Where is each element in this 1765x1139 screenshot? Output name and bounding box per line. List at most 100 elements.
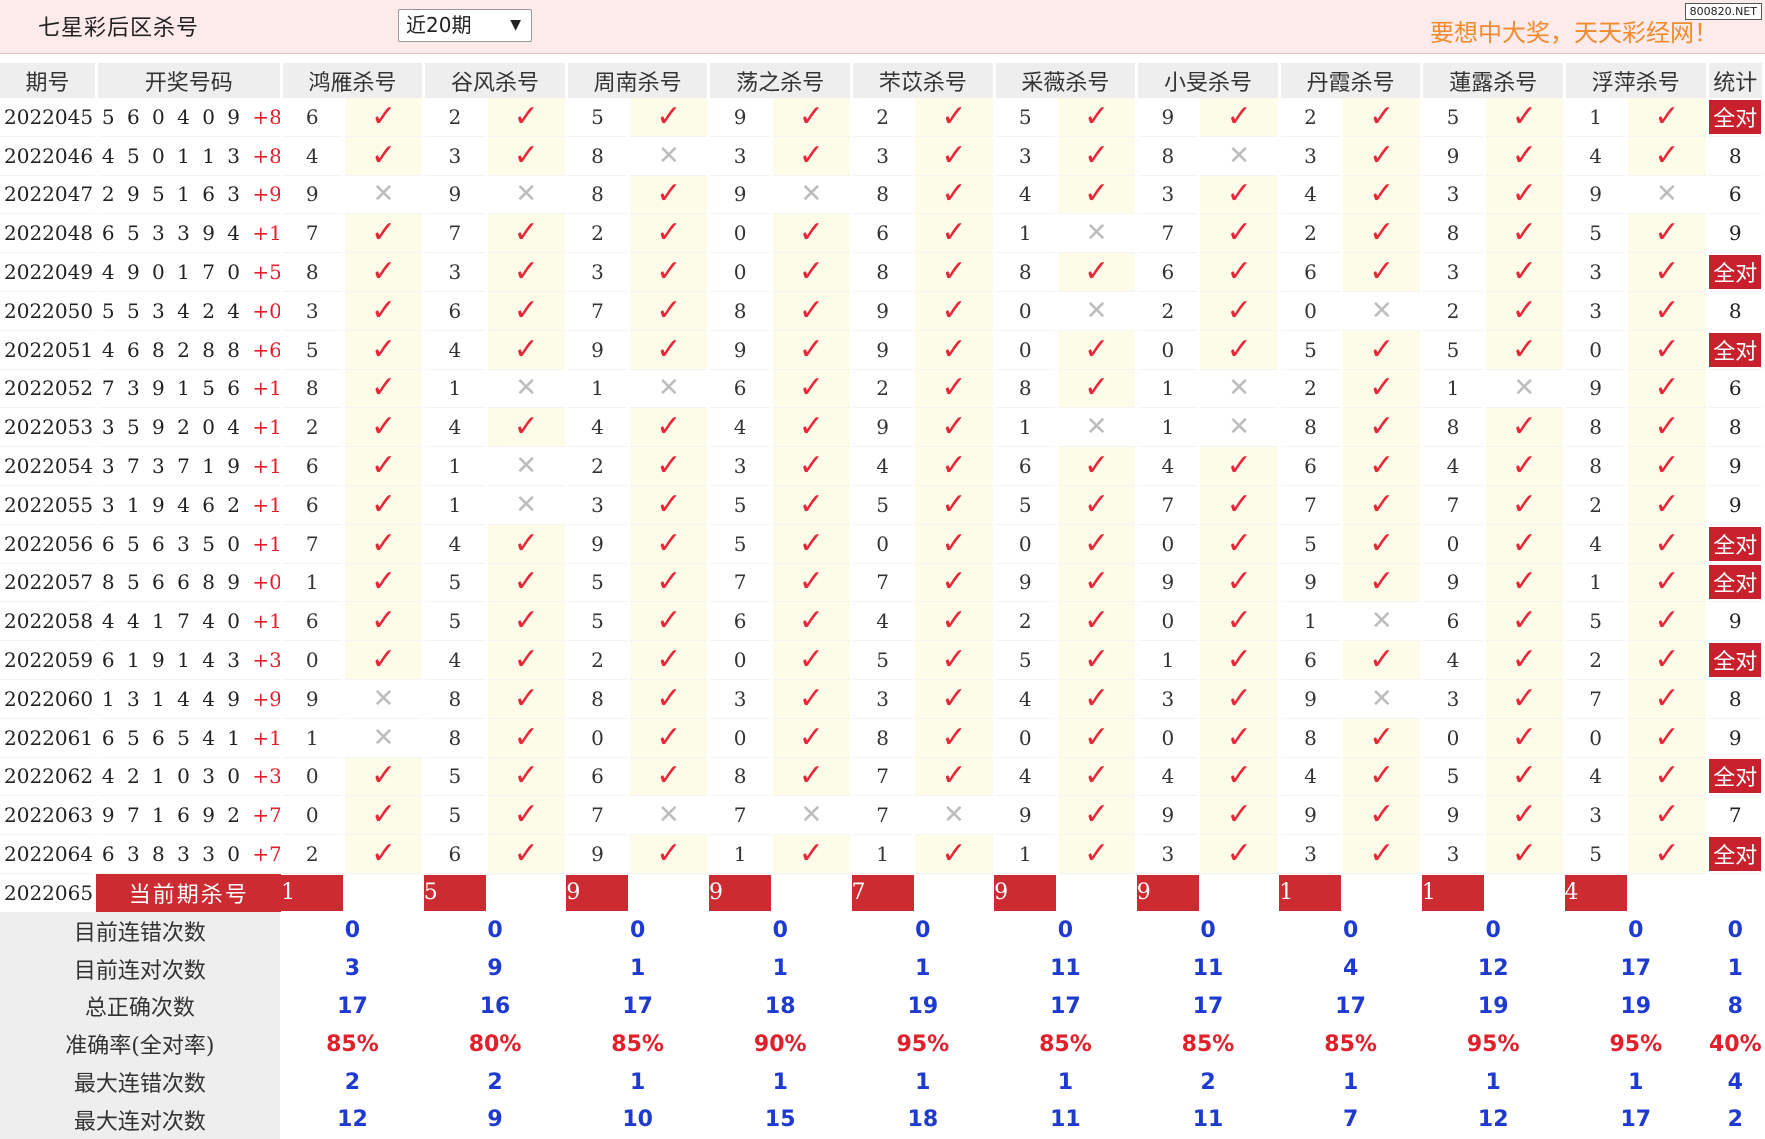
result-cell: ✓	[1484, 98, 1567, 137]
summary-value: 7	[1279, 1100, 1424, 1139]
summary-value: 1	[851, 1063, 996, 1101]
check-icon: ✓	[798, 758, 824, 794]
check-icon: ✓	[1654, 525, 1680, 561]
check-icon: ✓	[1369, 254, 1395, 290]
kill-number: 2	[994, 601, 1058, 642]
table-row: 2022064 6 3 8 3 3 0 +7 2 ✓ 6 ✓ 9 ✓ 1 ✓ 1 ✓ 1 ✓ 3 ✓ 3 ✓ 3 ✓ 5…	[0, 834, 1765, 874]
result-cell: ✓	[1626, 330, 1709, 370]
check-icon: ✓	[371, 292, 397, 328]
check-icon: ✓	[1654, 758, 1680, 794]
kill-number: 7	[708, 563, 773, 603]
result-cell: ✓	[913, 757, 996, 797]
period-cell: 2022050	[0, 291, 98, 331]
kill-number: 4	[1279, 175, 1344, 215]
draw-cell: 1 3 1 4 4 9 +9	[96, 679, 283, 719]
cross-icon: ✕	[515, 373, 538, 404]
result-cell: ✓	[1341, 407, 1424, 448]
all-correct-badge: 全对	[1709, 643, 1761, 678]
summary-value: 1	[566, 1063, 711, 1101]
stat-value: 6	[1728, 182, 1742, 207]
table-row: 2022051 4 6 8 2 8 8 +6 5 ✓ 4 ✓ 9 ✓ 9 ✓ 9 ✓ 0 ✓ 0 ✓ 5 ✓ 5 ✓ 0…	[0, 330, 1765, 370]
kill-number: 3	[1421, 834, 1486, 874]
check-icon: ✓	[371, 836, 397, 872]
result-cell: ✓	[486, 563, 568, 603]
summary-stat: 2	[1707, 1100, 1765, 1139]
check-icon: ✓	[513, 603, 539, 639]
check-icon: ✓	[941, 680, 967, 716]
summary-value: 0	[994, 911, 1139, 950]
summary-value: 17	[994, 987, 1139, 1026]
summary-value: 15	[708, 1100, 854, 1139]
result-cell: ✓	[771, 446, 854, 486]
draw-bonus: +7	[252, 803, 282, 828]
kill-number: 6	[1136, 252, 1201, 292]
check-icon: ✓	[1226, 254, 1252, 290]
kill-number: 9	[1279, 795, 1344, 836]
period-cell: 2022064	[0, 834, 98, 874]
check-icon: ✓	[656, 564, 682, 600]
result-cell: ✓	[913, 213, 996, 254]
result-cell: ✓	[486, 213, 568, 254]
summary-value: 0	[851, 911, 996, 950]
kill-number: 0	[994, 330, 1058, 370]
result-cell: ✓	[1341, 563, 1424, 603]
kill-number: 0	[1136, 601, 1201, 642]
result-cell: ✓	[486, 718, 568, 758]
result-cell: ✓	[486, 98, 568, 137]
result-cell: ✓	[343, 446, 426, 486]
cross-icon: ✕	[1228, 412, 1251, 443]
draw-numbers: 3 1 9 4 6 2	[101, 492, 244, 517]
check-icon: ✓	[371, 370, 397, 406]
draw-cell: 3 5 9 2 0 4 +13	[96, 407, 283, 448]
kill-number: 9	[1279, 679, 1344, 719]
result-cell: ✓	[486, 795, 568, 836]
result-cell: ✓	[771, 834, 854, 874]
result-cell: ✓	[913, 136, 996, 176]
kill-number: 9	[1279, 563, 1344, 603]
draw-numbers: 4 4 1 7 4 0	[101, 609, 244, 634]
draw-numbers: 1 3 1 4 4 9	[101, 686, 244, 711]
kill-number: 8	[1421, 407, 1486, 448]
check-icon: ✓	[1083, 331, 1110, 367]
check-icon: ✓	[371, 98, 397, 134]
kill-number: 3	[708, 136, 773, 176]
slogan: 要想中大奖，天天彩经网！	[1430, 19, 1718, 47]
kill-number: 0	[708, 718, 773, 758]
check-icon: ✓	[798, 564, 824, 600]
check-icon: ✓	[1369, 137, 1395, 173]
result-cell: ✓	[628, 563, 711, 603]
kill-number: 7	[1421, 485, 1486, 525]
check-icon: ✓	[798, 98, 824, 134]
period-select[interactable]: 近20期 ▼	[398, 9, 532, 42]
result-cell: ✓	[1626, 757, 1709, 797]
result-cell: ✓	[1341, 640, 1424, 680]
result-cell: ✓	[1484, 446, 1567, 486]
check-icon: ✓	[1654, 448, 1680, 484]
summary-row: 目前连对次数 3 9 1 1 1 11 11 4 12 17 1	[0, 949, 1765, 988]
result-cell: ✕	[1484, 369, 1567, 409]
check-icon: ✓	[513, 797, 539, 833]
kill-number: 5	[1279, 524, 1344, 564]
check-icon: ✓	[798, 486, 824, 522]
result-cell: ✓	[1626, 252, 1709, 292]
check-icon: ✓	[371, 254, 397, 290]
cross-icon: ✕	[1085, 412, 1108, 443]
kill-number: 3	[1279, 834, 1344, 874]
summary-row: 准确率(全对率) 85% 80% 85% 90% 95% 85% 85% 85% 95% 95% 40…	[0, 1025, 1765, 1064]
check-icon: ✓	[798, 409, 824, 445]
check-icon: ✓	[656, 603, 682, 639]
draw-numbers: 4 5 0 1 1 3	[101, 143, 244, 168]
result-cell: ✓	[1198, 213, 1281, 254]
draw-cell: 3 7 3 7 1 9 +1	[96, 446, 283, 486]
result-cell: ✓	[628, 98, 711, 137]
kill-number: 3	[994, 136, 1058, 176]
result-cell: ✓	[1056, 98, 1139, 137]
summary-label: 准确率(全对率)	[0, 1025, 283, 1064]
result-cell: ✓	[1056, 640, 1139, 680]
period-cell: 2022045	[0, 98, 98, 137]
check-icon: ✓	[1226, 525, 1252, 561]
check-icon: ✓	[941, 292, 967, 328]
check-icon: ✓	[1654, 215, 1680, 251]
draw-cell: 4 9 0 1 7 0 +5	[96, 252, 283, 292]
summary-value: 1	[851, 949, 996, 988]
